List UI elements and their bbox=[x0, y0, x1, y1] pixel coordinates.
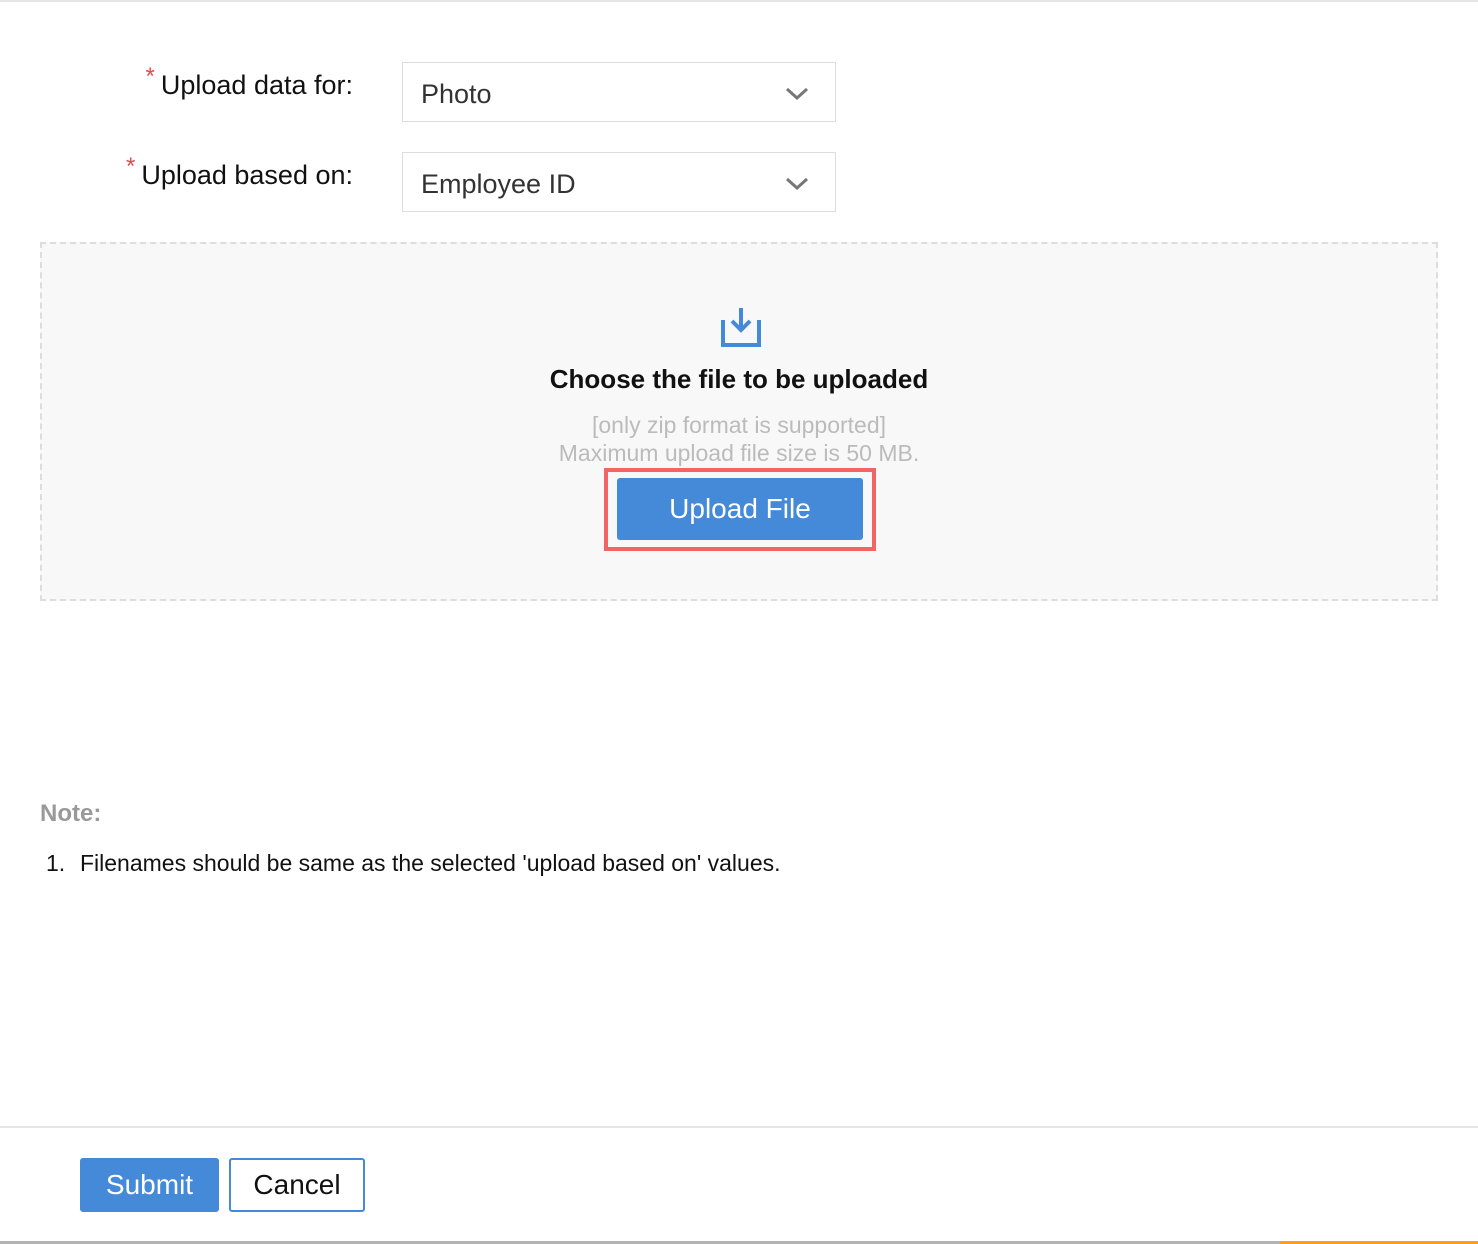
upload-based-on-value: Employee ID bbox=[421, 169, 576, 199]
upload-based-on-select[interactable]: Employee ID bbox=[402, 152, 836, 212]
submit-button[interactable]: Submit bbox=[80, 1158, 219, 1212]
required-mark: * bbox=[145, 63, 155, 90]
upload-for-select[interactable]: Photo bbox=[402, 62, 836, 122]
format-hint: [only zip format is supported] bbox=[591, 412, 887, 438]
cancel-button[interactable]: Cancel bbox=[229, 1158, 365, 1212]
chevron-down-icon bbox=[785, 87, 809, 101]
size-hint: Maximum upload file size is 50 MB. bbox=[558, 440, 920, 466]
footer-divider bbox=[0, 1126, 1478, 1128]
upload-for-label: * Upload data for: bbox=[146, 63, 353, 101]
upload-for-label-text: Upload data for: bbox=[160, 70, 353, 100]
top-divider bbox=[0, 0, 1478, 2]
chevron-down-icon bbox=[785, 177, 809, 191]
upload-based-on-label-text: Upload based on: bbox=[141, 160, 353, 190]
note-item: 1. Filenames should be same as the select… bbox=[46, 850, 781, 877]
note-text: Filenames should be same as the selected… bbox=[80, 850, 781, 876]
note-number: 1. bbox=[46, 850, 66, 876]
upload-file-button[interactable]: Upload File bbox=[617, 478, 863, 540]
file-dropzone[interactable]: Choose the file to be uploaded [only zip… bbox=[40, 242, 1438, 601]
upload-tray-icon bbox=[721, 308, 761, 347]
upload-based-on-label: * Upload based on: bbox=[126, 153, 353, 191]
required-mark: * bbox=[125, 153, 136, 180]
note-heading: Note: bbox=[40, 800, 102, 827]
upload-for-value: Photo bbox=[421, 79, 492, 109]
dropzone-title: Choose the file to be uploaded bbox=[549, 364, 929, 394]
